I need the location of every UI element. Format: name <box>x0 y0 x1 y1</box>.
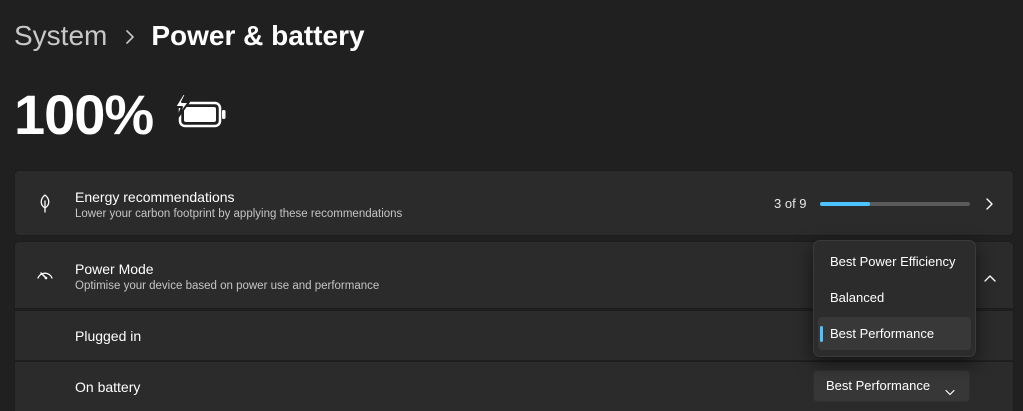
menu-option-balanced[interactable]: Balanced <box>818 281 971 314</box>
chevron-up-icon[interactable] <box>983 270 997 282</box>
menu-option-best-performance[interactable]: Best Performance <box>818 317 971 350</box>
chevron-right-icon <box>984 197 994 211</box>
recommendations-progress-fill <box>820 202 870 206</box>
chevron-right-icon <box>125 16 137 56</box>
speedometer-icon <box>35 265 55 285</box>
energy-recommendations-subtitle: Lower your carbon footprint by applying … <box>75 208 403 220</box>
breadcrumb: System Power & battery <box>14 16 365 56</box>
battery-percent: 100% <box>14 83 154 146</box>
menu-option-best-power-efficiency[interactable]: Best Power Efficiency <box>818 245 971 278</box>
chevron-down-icon <box>945 383 955 396</box>
energy-recommendations-card[interactable]: Energy recommendations Lower your carbon… <box>14 170 1014 236</box>
recommendations-progress-bar <box>820 202 970 206</box>
plugged-in-label: Plugged in <box>75 327 142 344</box>
menu-option-label: Balanced <box>830 290 885 305</box>
plugged-in-power-mode-menu: Best Power Efficiency Balanced Best Perf… <box>813 240 976 357</box>
on-battery-power-mode-dropdown[interactable]: Best Performance <box>813 370 970 402</box>
leaf-icon <box>35 193 55 213</box>
on-battery-selected-value: Best Performance <box>826 378 931 393</box>
on-battery-label: On battery <box>75 378 141 395</box>
on-battery-row: On battery Best Performance <box>14 361 1014 411</box>
power-mode-subtitle: Optimise your device based on power use … <box>75 280 380 292</box>
breadcrumb-system-link[interactable]: System <box>14 16 107 56</box>
menu-option-label: Best Performance <box>830 326 935 341</box>
page-title: Power & battery <box>151 20 365 51</box>
power-mode-title: Power Mode <box>75 261 154 277</box>
energy-recommendations-title: Energy recommendations <box>75 189 235 205</box>
battery-charging-icon <box>173 93 231 133</box>
menu-option-label: Best Power Efficiency <box>830 254 956 269</box>
battery-status: 100% <box>14 80 231 150</box>
recommendations-progress-text: 3 of 9 <box>774 196 807 211</box>
selection-indicator <box>820 326 823 342</box>
